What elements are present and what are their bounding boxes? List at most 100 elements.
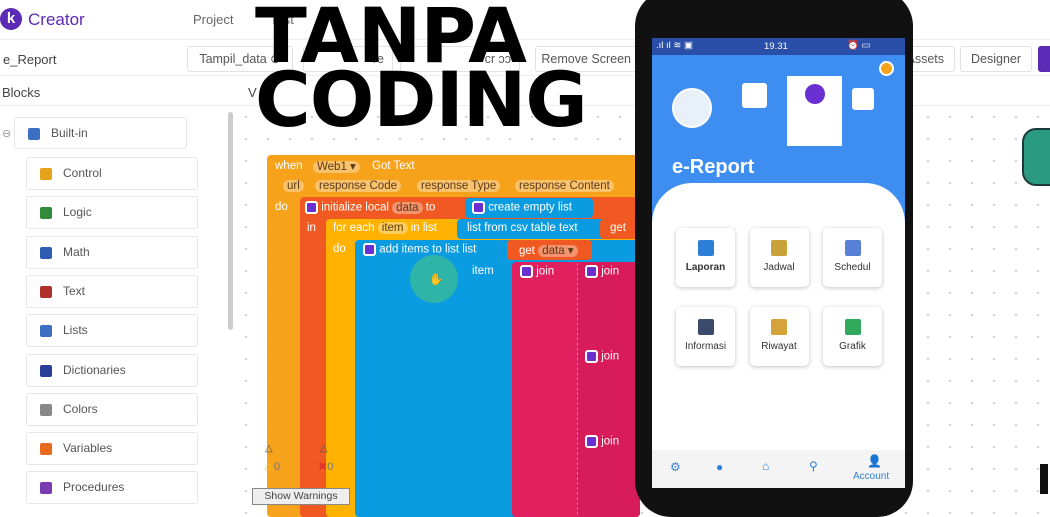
- when-label: when: [275, 160, 303, 172]
- item-label: item: [472, 265, 494, 277]
- warning-up-icon[interactable]: △: [265, 443, 273, 454]
- category-icon: [40, 364, 52, 377]
- sidebar-item-label: Built-in: [51, 126, 88, 140]
- sidebar-item-label: Dictionaries: [63, 362, 126, 377]
- menu-label: Grafik: [839, 341, 866, 352]
- sidebar-item-control[interactable]: Control: [26, 157, 198, 190]
- menu-label: Schedul: [834, 262, 871, 273]
- error-icon: ✖0: [318, 461, 334, 473]
- csv-block[interactable]: list from csv table text: [467, 222, 578, 234]
- home-nav-icon[interactable]: ⌂: [762, 459, 769, 473]
- sidebar-item-math[interactable]: Math: [26, 235, 198, 269]
- param-response-code[interactable]: response Code: [315, 180, 401, 192]
- create-list-block[interactable]: create empty list: [488, 202, 572, 214]
- sidebar-item-dictionaries[interactable]: Dictionaries: [26, 353, 198, 387]
- status-bar: .ıl ıl ≋ ▣ 19.31 ⏰ ▭: [652, 38, 905, 55]
- gear-icon[interactable]: [520, 265, 533, 278]
- checklist-illustration: [787, 76, 842, 146]
- error-up-icon[interactable]: △: [320, 443, 328, 454]
- logo: k: [0, 8, 22, 30]
- param-url[interactable]: url: [283, 180, 304, 192]
- gear-icon[interactable]: [585, 265, 598, 278]
- menu-icon: [771, 319, 787, 335]
- sidebar-item-label: Control: [63, 166, 102, 180]
- category-icon: [40, 207, 52, 220]
- decorative-mark: [1040, 464, 1048, 494]
- gear-icon[interactable]: [585, 350, 598, 363]
- category-icon: [40, 246, 52, 259]
- category-icon: [40, 403, 52, 416]
- account-icon[interactable]: 👤: [867, 454, 882, 468]
- show-warnings-button[interactable]: Show Warnings: [252, 488, 350, 505]
- param-response-content[interactable]: response Content: [515, 180, 614, 192]
- menu-label: Jadwal: [763, 262, 795, 273]
- app-title: e-Report: [672, 156, 755, 178]
- menu-card-grafik[interactable]: Grafik: [823, 307, 882, 366]
- settings-nav-icon[interactable]: ⚙: [670, 460, 681, 474]
- sidebar-item-procedures[interactable]: Procedures: [26, 471, 198, 505]
- loop-var[interactable]: item: [377, 222, 408, 234]
- sidebar-item-label: Lists: [63, 323, 88, 338]
- gear-icon[interactable]: [305, 201, 318, 214]
- profile-nav-icon[interactable]: ⚲: [809, 459, 818, 473]
- do-label: do: [275, 201, 288, 213]
- get-block[interactable]: get: [610, 222, 626, 234]
- event-label: Got Text: [372, 160, 415, 172]
- sidebar-item-label: Logic: [63, 205, 92, 220]
- phone-screen: .ıl ıl ≋ ▣ 19.31 ⏰ ▭ e-Report Laporan Jad…: [652, 38, 905, 488]
- category-icon: [40, 443, 52, 456]
- sidebar-item-built-in[interactable]: Built-in: [14, 117, 187, 149]
- add-items-block[interactable]: add items to list list: [379, 244, 476, 256]
- battery-icon: ⏰ ▭: [847, 40, 871, 51]
- menu-project[interactable]: Project: [193, 12, 233, 27]
- menu-label: Informasi: [684, 341, 727, 352]
- menu-card-schedul[interactable]: Schedul: [823, 228, 882, 287]
- illustration-bubble: [742, 83, 767, 108]
- menu-icon: [844, 319, 861, 335]
- menu-icon: [697, 319, 714, 335]
- sidebar-item-label: Variables: [63, 441, 113, 456]
- sidebar-scrollbar[interactable]: [228, 112, 233, 330]
- menu-icon: [771, 240, 787, 256]
- sidebar-item-label: Math: [63, 244, 90, 259]
- floating-button[interactable]: [879, 61, 894, 76]
- project-name: e_Report: [3, 52, 57, 67]
- menu-icon: [844, 240, 861, 256]
- var-dropdown[interactable]: data ▾: [538, 245, 578, 257]
- menu-card-laporan[interactable]: Laporan: [676, 228, 735, 287]
- designer-button[interactable]: Designer: [960, 46, 1032, 72]
- sidebar-item-label: Procedures: [63, 480, 125, 495]
- var-name[interactable]: data: [392, 201, 423, 214]
- grid-icon: [28, 128, 40, 140]
- bottom-nav: ⚙ ● ⌂ ⚲ 👤 Account: [652, 450, 905, 488]
- gear-icon[interactable]: [472, 201, 485, 214]
- sidebar-item-lists[interactable]: Lists: [26, 314, 198, 348]
- gear-icon[interactable]: [363, 243, 376, 256]
- menu-card-informasi[interactable]: Informasi: [676, 307, 735, 366]
- sidebar-item-logic[interactable]: Logic: [26, 196, 198, 230]
- account-nav-label[interactable]: Account: [853, 471, 889, 482]
- blocks-button[interactable]: [1038, 46, 1050, 72]
- gear-icon[interactable]: [585, 435, 598, 448]
- decorative-graphic: [1022, 128, 1050, 186]
- category-icon: [40, 325, 52, 338]
- sidebar-item-text[interactable]: Text: [26, 274, 198, 308]
- category-icon: [40, 285, 52, 298]
- join-block[interactable]: join: [536, 266, 554, 278]
- hand-cursor-icon: ✋: [429, 274, 444, 286]
- menu-label: Laporan: [685, 262, 726, 273]
- sidebar-item-colors[interactable]: Colors: [26, 392, 198, 426]
- category-icon: [40, 482, 52, 495]
- menu-label: Riwayat: [761, 341, 797, 352]
- chat-nav-icon[interactable]: ●: [716, 460, 723, 474]
- menu-icon: [697, 240, 714, 256]
- sidebar-item-variables[interactable]: Variables: [26, 432, 198, 466]
- overlay-title-line2: CODING: [255, 55, 588, 144]
- component-dropdown[interactable]: Web1 ▾: [313, 161, 360, 173]
- do-label: do: [333, 243, 346, 255]
- param-response-type[interactable]: response Type: [417, 180, 501, 192]
- collapse-icon[interactable]: ⊖: [2, 127, 11, 140]
- menu-card-jadwal[interactable]: Jadwal: [749, 228, 809, 287]
- menu-card-riwayat[interactable]: Riwayat: [749, 307, 809, 366]
- brand-name: Creator: [28, 10, 85, 29]
